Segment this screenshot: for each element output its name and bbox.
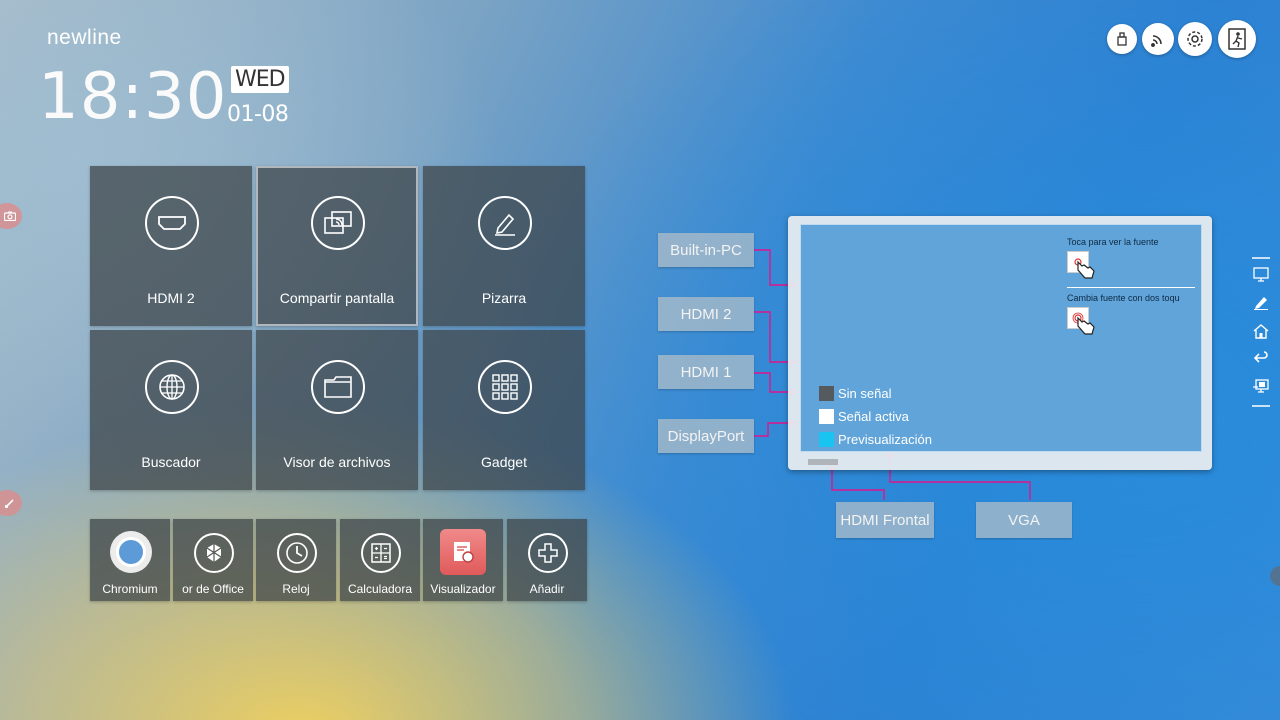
double-touch-hint-icon	[1067, 307, 1095, 335]
legend-swatch	[819, 386, 834, 401]
source-vga[interactable]: VGA	[976, 502, 1072, 538]
source-hdmi2[interactable]: HDMI 2	[658, 297, 754, 331]
toolbar-bottom-handle[interactable]	[1251, 398, 1271, 414]
hint-change: Cambia fuente con dos toqu	[1067, 293, 1180, 303]
source-hdmi-frontal[interactable]: HDMI Frontal	[836, 502, 934, 538]
source-displayport[interactable]: DisplayPort	[658, 419, 754, 453]
hint-touch: Toca para ver la fuente	[1067, 237, 1159, 247]
screen-tool-icon[interactable]	[1251, 266, 1271, 282]
legend-swatch	[819, 409, 834, 424]
legend-label: Previsualización	[838, 432, 932, 447]
source-builtin-pc[interactable]: Built-in-PC	[658, 233, 754, 267]
touch-hint-icon	[1067, 251, 1095, 279]
source-select-icon[interactable]	[1251, 378, 1271, 394]
legend-no-signal: Sin señal	[819, 386, 891, 401]
pen-tool-icon[interactable]	[1251, 294, 1271, 310]
legend-label: Sin señal	[838, 386, 892, 401]
legend-swatch	[819, 432, 834, 447]
monitor-screen[interactable]: Toca para ver la fuente Cambia fuente co…	[800, 224, 1202, 452]
legend-preview: Previsualización	[819, 432, 932, 447]
home-icon[interactable]	[1251, 323, 1271, 339]
hint-divider	[1067, 287, 1195, 288]
front-port-indicator	[808, 459, 838, 465]
source-hdmi1[interactable]: HDMI 1	[658, 355, 754, 389]
monitor-preview: Toca para ver la fuente Cambia fuente co…	[788, 216, 1212, 470]
legend-active-signal: Señal activa	[819, 409, 909, 424]
toolbar-top-handle[interactable]	[1251, 250, 1271, 266]
legend-label: Señal activa	[838, 409, 909, 424]
back-icon[interactable]	[1251, 350, 1271, 366]
